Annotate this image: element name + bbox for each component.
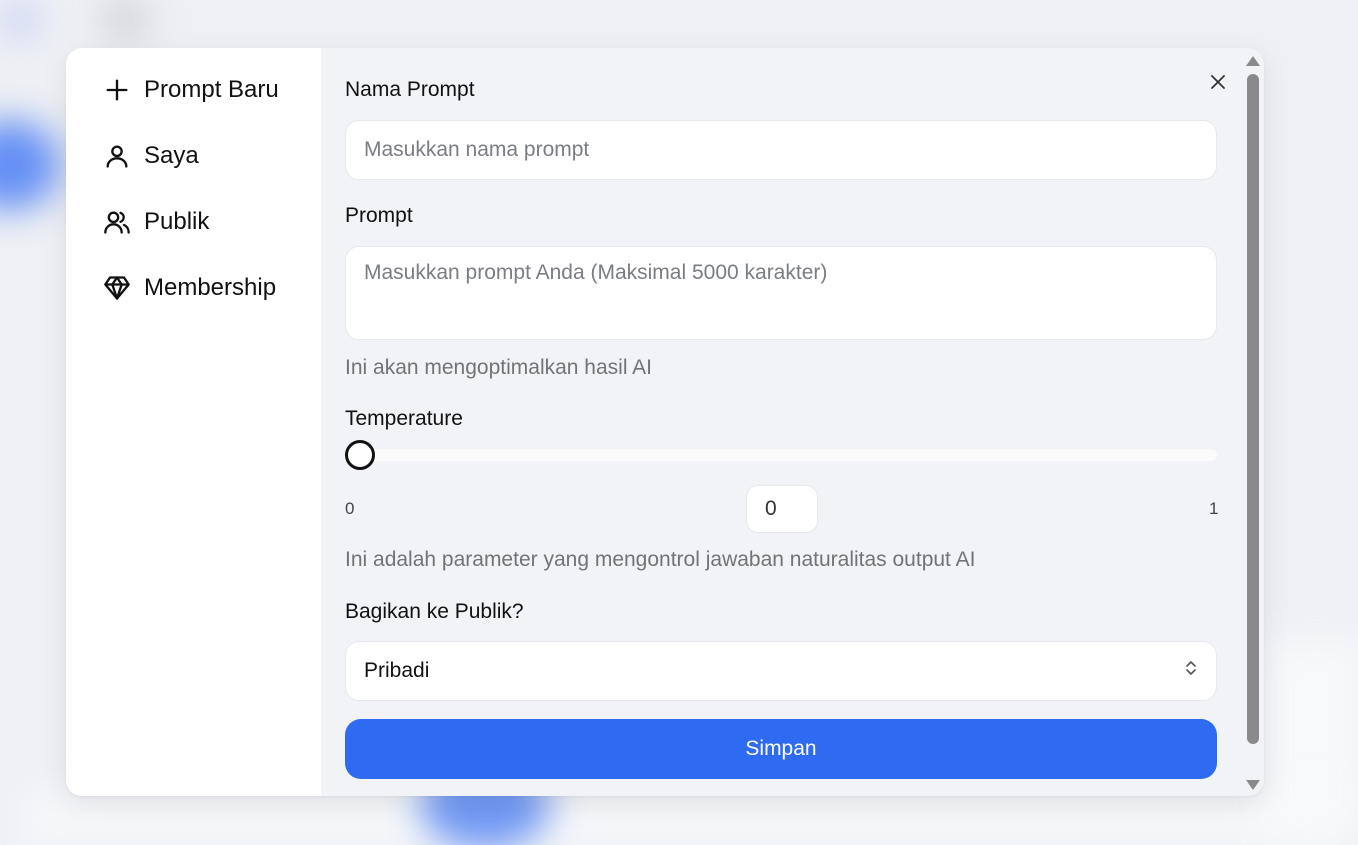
prompt-textarea[interactable] (345, 246, 1217, 340)
prompt-name-label: Nama Prompt (345, 78, 475, 101)
temperature-hint: Ini adalah parameter yang mengontrol jaw… (345, 548, 976, 571)
sidebar: Prompt Baru Saya Publik Membership (66, 48, 321, 796)
prompt-form: Nama Prompt Prompt Ini akan mengoptimalk… (321, 48, 1264, 796)
user-icon (102, 141, 132, 171)
sidebar-item-mine[interactable]: Saya (66, 136, 321, 176)
temperature-max-label: 1 (1209, 499, 1219, 518)
sidebar-item-label: Publik (144, 208, 210, 235)
share-public-label: Bagikan ke Publik? (345, 600, 524, 623)
prompt-label: Prompt (345, 204, 413, 227)
temperature-value-input[interactable] (746, 485, 818, 533)
background-blur (0, 120, 60, 210)
background-blur (100, 0, 150, 40)
prompt-modal: Prompt Baru Saya Publik Membership Nama … (66, 48, 1264, 796)
sidebar-item-new-prompt[interactable]: Prompt Baru (66, 70, 321, 110)
save-button[interactable]: Simpan (345, 719, 1217, 779)
share-visibility-value: Pribadi (364, 659, 430, 682)
sidebar-item-membership[interactable]: Membership (66, 268, 321, 308)
scroll-thumb[interactable] (1247, 74, 1259, 744)
sidebar-item-label: Membership (144, 274, 277, 301)
temperature-slider-thumb[interactable] (345, 440, 375, 470)
sidebar-item-label: Prompt Baru (144, 76, 279, 103)
sidebar-item-public[interactable]: Publik (66, 202, 321, 242)
plus-icon (102, 75, 132, 105)
users-icon (102, 207, 132, 237)
scroll-up-arrow-icon[interactable] (1246, 56, 1260, 66)
chevron-up-down-icon (1184, 659, 1198, 683)
temperature-label: Temperature (345, 407, 463, 430)
scrollbar[interactable] (1242, 48, 1264, 796)
close-button[interactable] (1206, 72, 1230, 96)
prompt-name-input[interactable] (345, 120, 1217, 180)
diamond-icon (102, 273, 132, 303)
share-visibility-select[interactable]: Pribadi (345, 641, 1217, 701)
close-icon (1209, 73, 1227, 96)
background-blur (1265, 640, 1358, 840)
background-blur (0, 0, 40, 40)
sidebar-item-label: Saya (144, 142, 199, 169)
temperature-slider-track[interactable] (345, 449, 1217, 461)
background-blur (20, 790, 1340, 845)
scroll-down-arrow-icon[interactable] (1246, 780, 1260, 790)
prompt-hint: Ini akan mengoptimalkan hasil AI (345, 356, 653, 379)
temperature-min-label: 0 (345, 499, 355, 518)
